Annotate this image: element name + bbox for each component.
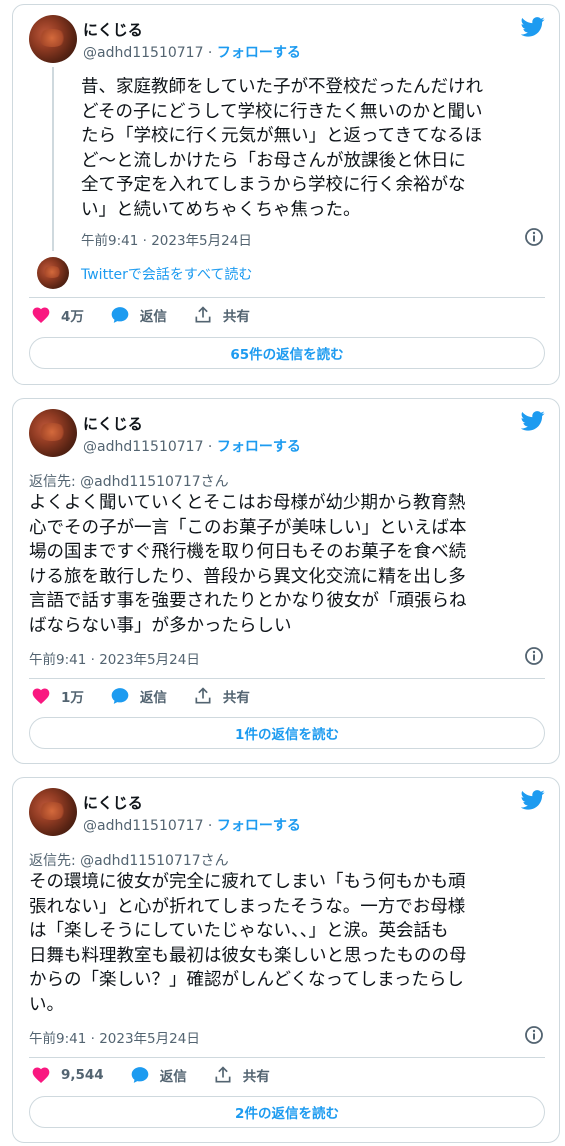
handle[interactable]: @adhd11510717 [83, 45, 203, 61]
tweet-card[interactable]: にくじる @adhd11510717 · フォローする 返信先: @adhd11… [12, 398, 560, 764]
share-button[interactable]: 共有 [193, 305, 250, 325]
follow-button[interactable]: フォローする [217, 439, 301, 455]
divider [29, 678, 545, 679]
read-conversation-link[interactable]: Twitterで会話をすべて読む [81, 264, 252, 284]
avatar[interactable] [29, 409, 77, 457]
action-bar: 4万 返信 共有 [31, 305, 276, 325]
separator: · [203, 818, 217, 834]
share-label: 共有 [222, 309, 250, 325]
timestamp[interactable]: 午前9:41 · 2023年5月24日 [29, 1027, 200, 1047]
reply-button[interactable]: 返信 [110, 686, 167, 706]
like-count: 4万 [61, 309, 84, 325]
info-icon[interactable] [524, 227, 544, 247]
tweet-card[interactable]: にくじる @adhd11510717 · フォローする 昔、家庭教師をしていた子… [12, 4, 560, 385]
divider [29, 297, 545, 298]
display-name[interactable]: にくじる [83, 413, 143, 434]
display-name[interactable]: にくじる [83, 792, 143, 813]
read-replies-button[interactable]: 1件の返信を読む [29, 717, 545, 749]
heart-icon [32, 307, 50, 323]
reply-button[interactable]: 返信 [130, 1065, 187, 1085]
share-label: 共有 [222, 690, 250, 706]
handle[interactable]: @adhd11510717 [83, 439, 203, 455]
read-replies-button[interactable]: 65件の返信を読む [29, 337, 545, 369]
like-button[interactable]: 9,544 [31, 1065, 104, 1085]
reply-label: 返信 [159, 1069, 187, 1085]
avatar[interactable] [29, 788, 77, 836]
share-button[interactable]: 共有 [193, 686, 250, 706]
reply-to[interactable]: 返信先: @adhd11510717さん [29, 471, 229, 491]
reply-label: 返信 [139, 690, 167, 706]
action-bar: 1万 返信 共有 [31, 686, 276, 706]
twitter-bird-icon[interactable] [521, 411, 545, 431]
tweet-card[interactable]: にくじる @adhd11510717 · フォローする 返信先: @adhd11… [12, 777, 560, 1143]
handle-line: @adhd11510717 · フォローする [83, 436, 301, 456]
heart-icon [32, 688, 50, 704]
share-icon [195, 687, 211, 704]
reply-button[interactable]: 返信 [110, 305, 167, 325]
like-count: 1万 [61, 690, 84, 706]
separator: · [203, 439, 217, 455]
tweet-text: 昔、家庭教師をしていた子が不登校だったんだけれ どその子にどうして学校に行きたく… [81, 77, 483, 220]
share-icon [215, 1066, 231, 1083]
share-button[interactable]: 共有 [213, 1065, 270, 1085]
handle-line: @adhd11510717 · フォローする [83, 42, 301, 62]
avatar-small[interactable] [37, 257, 69, 289]
tweet-text: よくよく聞いていくとそこはお母様が幼少期から教育熱 心でその子が一言「このお菓子… [29, 493, 467, 636]
reply-to[interactable]: 返信先: @adhd11510717さん [29, 850, 229, 870]
like-button[interactable]: 4万 [31, 305, 84, 325]
like-count: 9,544 [61, 1067, 104, 1083]
speech-bubble-icon [111, 307, 129, 323]
handle-line: @adhd11510717 · フォローする [83, 815, 301, 835]
info-icon[interactable] [524, 646, 544, 666]
info-icon[interactable] [524, 1025, 544, 1045]
follow-button[interactable]: フォローする [217, 818, 301, 834]
timestamp[interactable]: 午前9:41 · 2023年5月24日 [29, 648, 200, 668]
divider [29, 1057, 545, 1058]
avatar[interactable] [29, 15, 77, 63]
display-name[interactable]: にくじる [83, 19, 143, 40]
like-button[interactable]: 1万 [31, 686, 84, 706]
reply-label: 返信 [139, 309, 167, 325]
share-label: 共有 [242, 1069, 270, 1085]
twitter-bird-icon[interactable] [521, 17, 545, 37]
timestamp[interactable]: 午前9:41 · 2023年5月24日 [81, 229, 252, 249]
action-bar: 9,544 返信 共有 [31, 1065, 296, 1085]
thread-line [52, 67, 54, 251]
follow-button[interactable]: フォローする [217, 45, 301, 61]
read-replies-button[interactable]: 2件の返信を読む [29, 1096, 545, 1128]
share-icon [195, 306, 211, 323]
speech-bubble-icon [111, 688, 129, 704]
heart-icon [32, 1067, 50, 1083]
separator: · [203, 45, 217, 61]
twitter-bird-icon[interactable] [521, 790, 545, 810]
tweet-text: その環境に彼女が完全に疲れてしまい「もう何もかも頑 張れない」と心が折れてしまっ… [29, 872, 467, 1015]
handle[interactable]: @adhd11510717 [83, 818, 203, 834]
speech-bubble-icon [131, 1067, 149, 1083]
